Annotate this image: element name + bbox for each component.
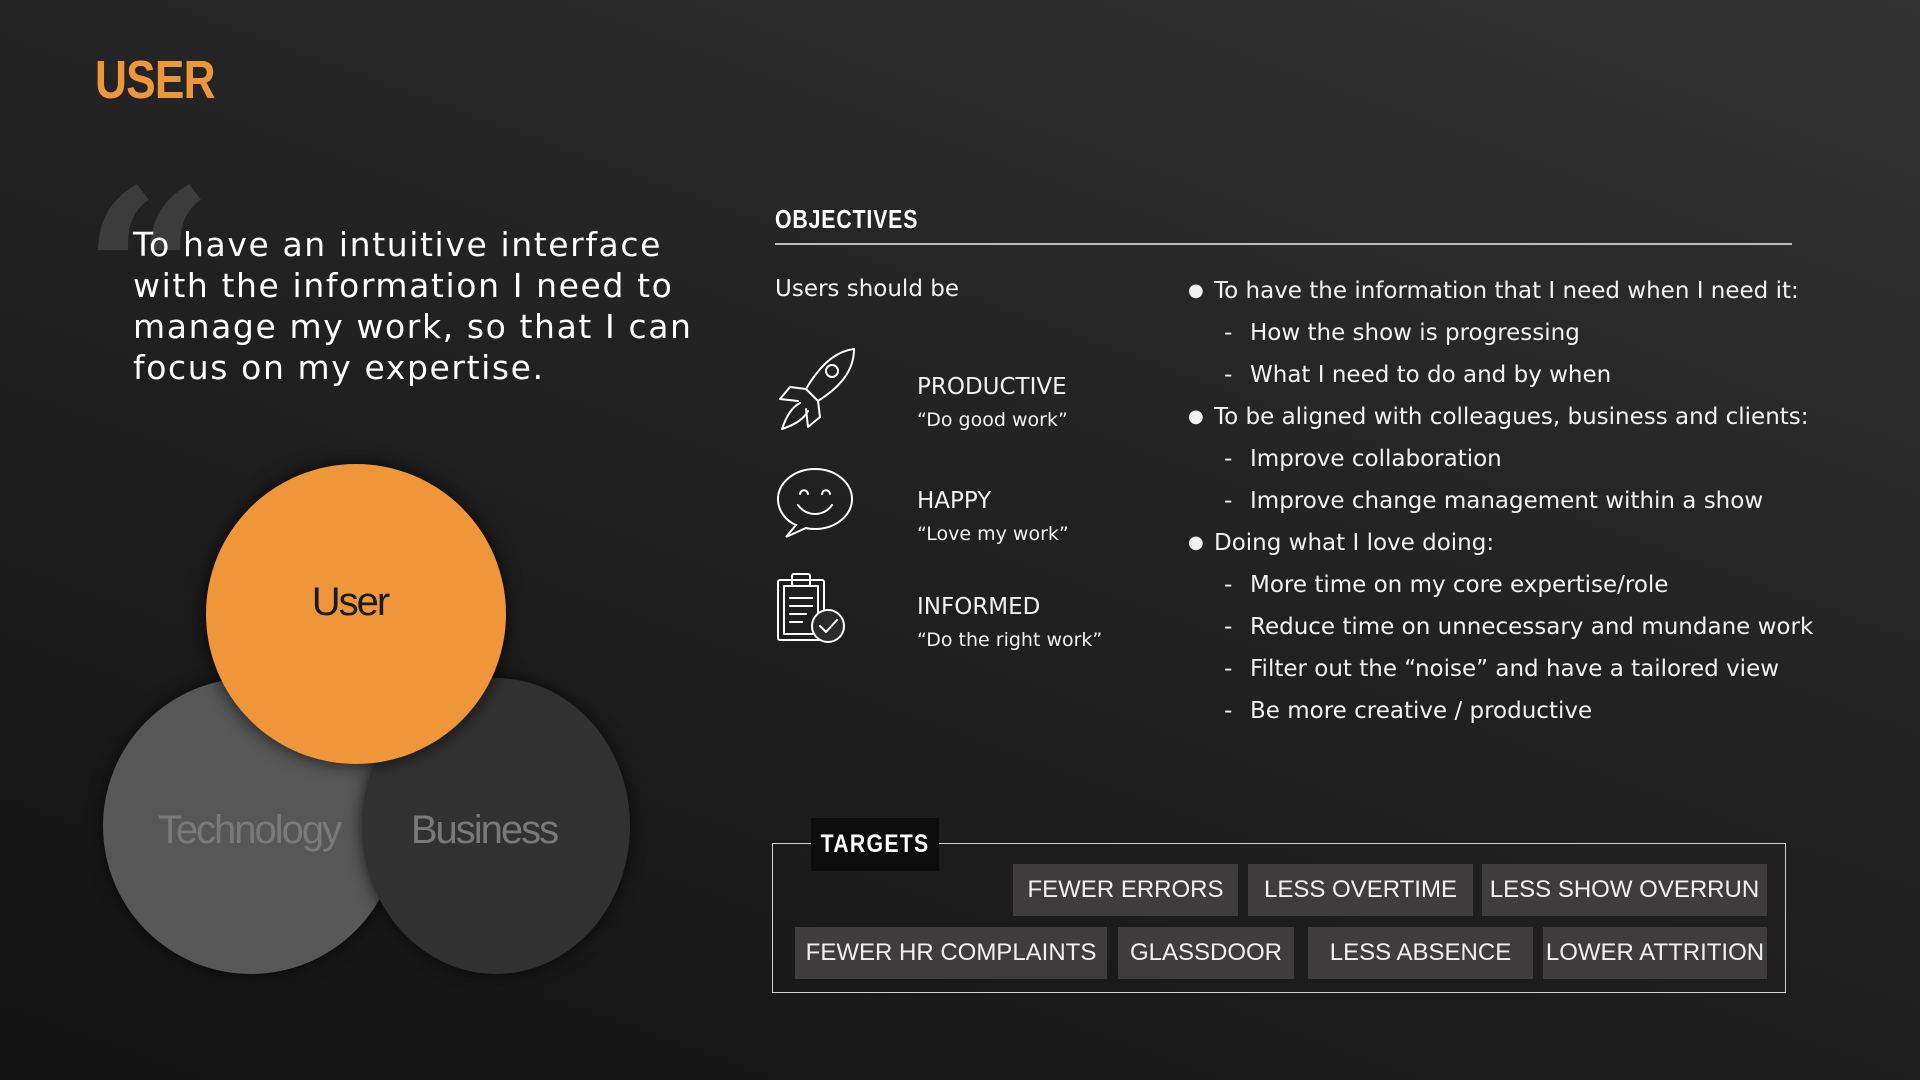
objectives-intro: Users should be xyxy=(775,276,959,302)
bullet-dash-icon: - xyxy=(1224,614,1233,640)
objectives-bullet-list: ● To have the information that I need whe… xyxy=(1187,270,1813,732)
targets-heading: TARGETS xyxy=(811,818,939,871)
goal-subtitle: “Love my work” xyxy=(917,523,1069,545)
bullet-dash-icon: - xyxy=(1224,362,1233,388)
bullet-text: To have the information that I need when… xyxy=(1214,278,1799,304)
rocket-icon xyxy=(770,345,860,435)
target-chip: LOWER ATTRITION xyxy=(1543,927,1767,979)
targets-heading-text: TARGETS xyxy=(820,830,930,858)
bullet-dot-icon: ● xyxy=(1188,406,1204,427)
bullet-text: To be aligned with colleagues, business … xyxy=(1214,404,1809,430)
goal-title: INFORMED xyxy=(917,594,1041,620)
user-quote: To have an intuitive interface with the … xyxy=(133,225,693,387)
venn-label-user: User xyxy=(311,579,390,624)
list-item: - Reduce time on unnecessary and mundane … xyxy=(1187,606,1813,648)
list-item: - Filter out the “noise” and have a tailo… xyxy=(1187,648,1807,690)
target-chip: LESS ABSENCE xyxy=(1308,927,1533,979)
bullet-text: Filter out the “noise” and have a tailor… xyxy=(1250,656,1780,682)
target-chip: LESS SHOW OVERRUN xyxy=(1482,864,1767,916)
venn-label-business: Business xyxy=(410,807,559,852)
list-item: - What I need to do and by when xyxy=(1187,354,1807,396)
list-item: - Improve change management within a show xyxy=(1187,480,1807,522)
target-chip: GLASSDOOR xyxy=(1118,927,1294,979)
goal-productive: PRODUCTIVE “Do good work” xyxy=(917,372,1068,436)
bullet-text: Be more creative / productive xyxy=(1250,698,1593,724)
list-item: ● To have the information that I need whe… xyxy=(1187,270,1807,312)
list-item: - Improve collaboration xyxy=(1187,438,1807,480)
goal-subtitle: “Do the right work” xyxy=(917,629,1103,651)
bullet-text: Improve collaboration xyxy=(1250,446,1502,472)
bullet-text: What I need to do and by when xyxy=(1250,362,1612,388)
bullet-dash-icon: - xyxy=(1224,656,1233,682)
goal-informed: INFORMED “Do the right work” xyxy=(917,592,1102,656)
bullet-dot-icon: ● xyxy=(1188,280,1204,301)
bullet-text: How the show is progressing xyxy=(1250,320,1580,346)
bullet-dash-icon: - xyxy=(1224,572,1233,598)
bullet-text: Reduce time on unnecessary and mundane w… xyxy=(1250,614,1814,640)
target-chip: FEWER HR COMPLAINTS xyxy=(795,927,1107,979)
goal-happy: HAPPY “Love my work” xyxy=(917,486,1069,550)
bullet-dash-icon: - xyxy=(1224,488,1233,514)
page-title: USER xyxy=(95,50,216,110)
bullet-text: More time on my core expertise/role xyxy=(1250,572,1669,598)
bullet-dash-icon: - xyxy=(1224,320,1233,346)
list-item: - More time on my core expertise/role xyxy=(1187,564,1807,606)
objectives-heading: OBJECTIVES xyxy=(775,204,919,234)
bullet-text: Improve change management within a show xyxy=(1250,488,1764,514)
smiley-speech-bubble-icon xyxy=(770,461,860,551)
goal-title: HAPPY xyxy=(917,488,992,514)
list-item: - How the show is progressing xyxy=(1187,312,1807,354)
bullet-text: Doing what I love doing: xyxy=(1214,530,1495,556)
list-item: - Be more creative / productive xyxy=(1187,690,1807,732)
list-item: ● Doing what I love doing: xyxy=(1187,522,1807,564)
bullet-dash-icon: - xyxy=(1224,446,1233,472)
bullet-dash-icon: - xyxy=(1224,698,1233,724)
goal-title: PRODUCTIVE xyxy=(917,374,1067,400)
venn-circle-user: User xyxy=(206,464,506,764)
list-item: ● To be aligned with colleagues, business… xyxy=(1187,396,1809,438)
target-chip: FEWER ERRORS xyxy=(1013,864,1238,916)
venn-label-technology: Technology xyxy=(157,807,342,852)
clipboard-check-icon xyxy=(770,568,860,658)
target-chip: LESS OVERTIME xyxy=(1248,864,1473,916)
objectives-divider xyxy=(775,243,1792,245)
bullet-dot-icon: ● xyxy=(1188,532,1204,553)
goal-subtitle: “Do good work” xyxy=(917,409,1068,431)
